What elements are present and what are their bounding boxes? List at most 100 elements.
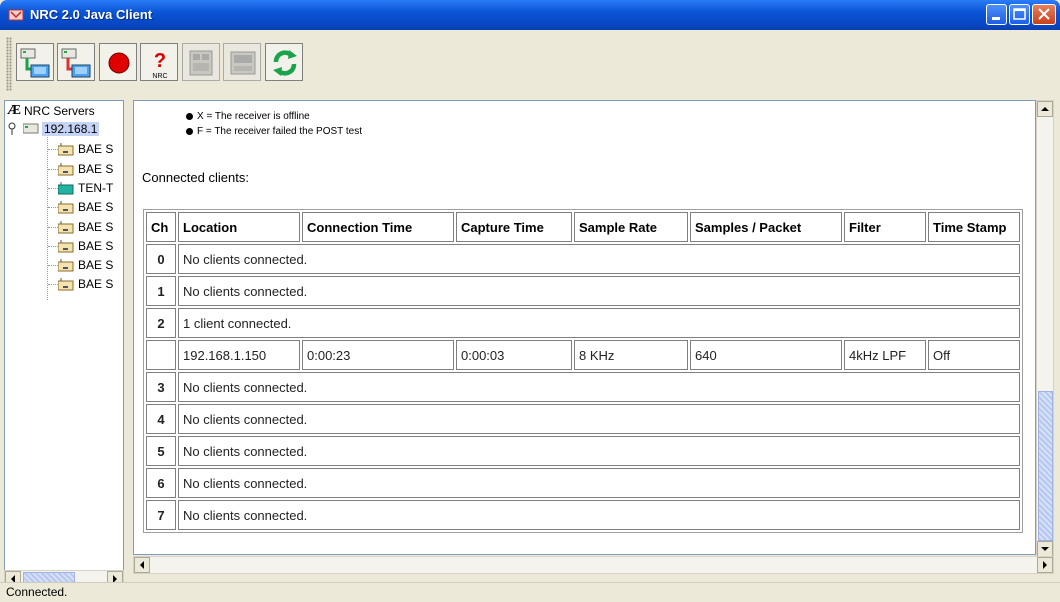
record-button[interactable]	[99, 43, 137, 81]
receiver-icon	[58, 201, 74, 214]
table-row: 4 No clients connected.	[146, 404, 1020, 434]
arrow-right-icon	[1043, 561, 1047, 569]
tree-server-node[interactable]: 192.168.1	[7, 121, 123, 137]
column-header: Time Stamp	[928, 212, 1020, 242]
client-detail-row[interactable]: 192.168.1.150 0:00:23 0:00:03 8 KHz 640 …	[146, 340, 1020, 370]
tree-child-label: BAE S	[78, 277, 114, 291]
svg-text:?: ?	[154, 50, 166, 72]
disconnect-server-button[interactable]	[57, 43, 95, 81]
channel-cell: 2	[146, 308, 176, 338]
filter-cell: 4kHz LPF	[844, 340, 926, 370]
status-cell: No clients connected.	[178, 244, 1020, 274]
server-disconnect-icon	[61, 48, 91, 78]
channel-cell: 6	[146, 468, 176, 498]
column-header: Samples / Packet	[690, 212, 842, 242]
table-row: 2 1 client connected.	[146, 308, 1020, 338]
maximize-button[interactable]	[1009, 4, 1030, 25]
legend-text: X = The receiver is offline	[197, 111, 310, 122]
tree-child-label: BAE S	[78, 220, 114, 234]
column-header: Filter	[844, 212, 926, 242]
channel-cell: 5	[146, 436, 176, 466]
channel-cell: 0	[146, 244, 176, 274]
status-cell: No clients connected.	[178, 404, 1020, 434]
table-header-row: Ch Location Connection Time Capture Time…	[146, 212, 1020, 242]
tree-child-label: TEN-T	[78, 181, 114, 195]
tree-child-label: BAE S	[78, 162, 114, 176]
tree-connector	[47, 137, 48, 300]
app-icon	[8, 9, 24, 21]
location-cell: 192.168.1.150	[178, 340, 300, 370]
tree-root-label: NRC Servers	[24, 104, 95, 118]
refresh-button[interactable]	[265, 43, 303, 81]
tree-child-label: BAE S	[78, 239, 114, 253]
legend-text: F = The receiver failed the POST test	[197, 126, 362, 137]
horizontal-scrollbar[interactable]	[133, 556, 1054, 574]
title-bar: NRC 2.0 Java Client	[0, 0, 1060, 30]
tree-child-label: BAE S	[78, 142, 114, 156]
toolbar-grip[interactable]	[6, 37, 12, 91]
main-content: X = The receiver is offline F = The rece…	[133, 100, 1036, 555]
scrollbar-thumb[interactable]	[1038, 391, 1053, 541]
tree-child-label: BAE S	[78, 258, 114, 272]
receiver-online-icon	[58, 182, 74, 195]
arrow-left-icon	[140, 561, 144, 569]
refresh-icon	[273, 50, 297, 76]
status-cell: No clients connected.	[178, 276, 1020, 306]
status-text: Connected.	[6, 585, 68, 599]
bullet-icon	[186, 112, 193, 120]
table-row: 7 No clients connected.	[146, 500, 1020, 530]
disabled-panel-button[interactable]	[182, 43, 220, 81]
server-connect-icon	[20, 48, 50, 78]
bullet-icon	[186, 127, 193, 135]
receiver-icon	[58, 143, 74, 156]
table-row: 1 No clients connected.	[146, 276, 1020, 306]
status-cell: No clients connected.	[178, 500, 1020, 530]
channel-cell: 1	[146, 276, 176, 306]
table-row: 0 No clients connected.	[146, 244, 1020, 274]
tree-expand-icon	[8, 122, 16, 135]
close-button[interactable]	[1032, 4, 1056, 25]
column-header: Location	[178, 212, 300, 242]
column-header: Connection Time	[302, 212, 454, 242]
status-bar: Connected.	[0, 582, 1060, 602]
splitter[interactable]	[124, 100, 132, 600]
receiver-icon	[58, 240, 74, 253]
scroll-left-button[interactable]	[134, 557, 150, 573]
time-stamp-cell: Off	[928, 340, 1020, 370]
channel-cell	[146, 340, 176, 370]
tree-server-label: 192.168.1	[42, 122, 100, 136]
device-icon	[230, 51, 256, 75]
help-button[interactable]: ? NRC	[140, 43, 178, 81]
column-header: Sample Rate	[574, 212, 688, 242]
toolbar: ? NRC	[4, 33, 1056, 95]
table-row: 3 No clients connected.	[146, 372, 1020, 402]
panel-icon	[189, 50, 213, 76]
tree-child-label: BAE S	[78, 200, 114, 214]
disabled-device-button[interactable]	[223, 43, 261, 81]
table-row: 6 No clients connected.	[146, 468, 1020, 498]
connect-server-button[interactable]	[16, 43, 54, 81]
scroll-up-button[interactable]	[1037, 101, 1053, 117]
section-title: Connected clients:	[142, 170, 249, 185]
minimize-button[interactable]	[986, 4, 1007, 25]
scroll-down-button[interactable]	[1037, 541, 1053, 557]
arrow-up-icon	[1041, 107, 1049, 111]
server-icon	[23, 123, 39, 134]
channel-cell: 3	[146, 372, 176, 402]
receiver-icon	[58, 278, 74, 291]
channel-cell: 7	[146, 500, 176, 530]
status-cell: No clients connected.	[178, 372, 1020, 402]
column-header: Capture Time	[456, 212, 572, 242]
receiver-icon	[58, 259, 74, 272]
help-icon: ? NRC	[152, 50, 167, 80]
connection-time-cell: 0:00:23	[302, 340, 454, 370]
ae-logo-icon: Æ	[7, 103, 21, 118]
status-cell: No clients connected.	[178, 436, 1020, 466]
channel-cell: 4	[146, 404, 176, 434]
vertical-scrollbar[interactable]	[1036, 100, 1054, 558]
arrow-down-icon	[1041, 547, 1049, 551]
table-row: 5 No clients connected.	[146, 436, 1020, 466]
column-header: Ch	[146, 212, 176, 242]
server-tree: Æ NRC Servers 192.168.1 BAE S BAE S TEN-…	[4, 100, 124, 588]
scroll-right-button[interactable]	[1037, 557, 1053, 573]
